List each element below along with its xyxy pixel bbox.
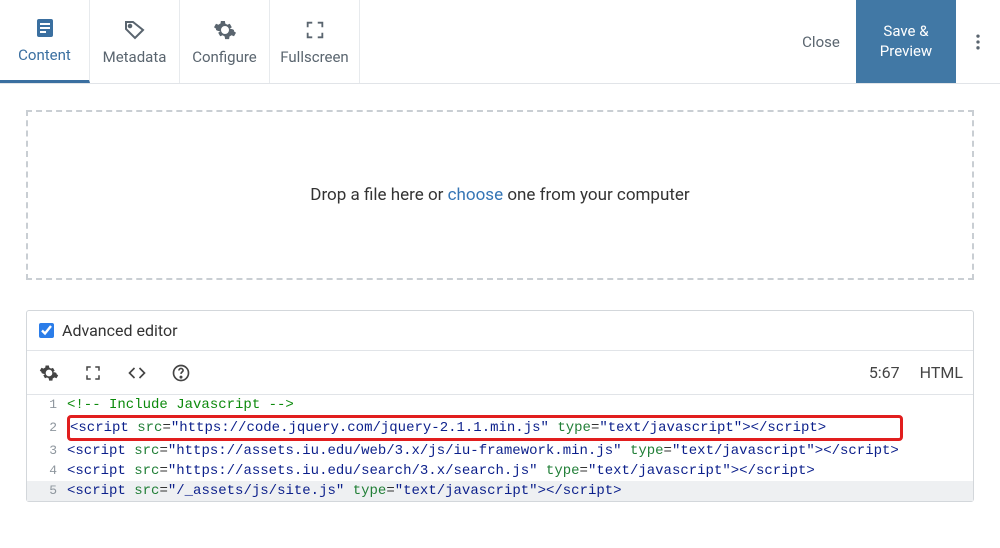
editor-toolbar: 5:67 HTML (27, 351, 973, 395)
tab-content-label: Content (18, 46, 71, 64)
tab-content[interactable]: Content (0, 0, 90, 83)
more-menu-button[interactable] (956, 0, 1000, 83)
advanced-editor-panel: Advanced editor (26, 310, 974, 502)
code-line-3: 3 <script src="https://assets.iu.edu/web… (27, 441, 973, 461)
code-editor[interactable]: 1 <!-- Include Javascript --> 2 <script … (27, 395, 973, 501)
editor-settings-button[interactable] (37, 361, 61, 385)
more-icon (968, 32, 988, 52)
tab-fullscreen-label: Fullscreen (280, 48, 348, 66)
toolbar-spacer (360, 0, 786, 83)
save-preview-label: Save & Preview (856, 22, 956, 61)
save-preview-button[interactable]: Save & Preview (856, 0, 956, 83)
tab-configure-label: Configure (192, 48, 257, 66)
line-number: 1 (27, 395, 67, 415)
help-icon (171, 363, 191, 383)
code-line-2: 2 <script src="https://code.jquery.com/j… (27, 415, 973, 441)
code-line-1: 1 <!-- Include Javascript --> (27, 395, 973, 415)
dropzone-text: Drop a file here or choose one from your… (310, 185, 689, 205)
editor-help-button[interactable] (169, 361, 193, 385)
close-button[interactable]: Close (786, 0, 856, 83)
editor-header: Advanced editor (27, 311, 973, 351)
code-line-5: 5 <script src="/_assets/js/site.js" type… (27, 481, 973, 501)
code-line-4: 4 <script src="https://assets.iu.edu/sea… (27, 461, 973, 481)
editor-code-button[interactable] (125, 361, 149, 385)
line-content: <script src="https://assets.iu.edu/searc… (67, 461, 973, 481)
editor-status: 5:67 HTML (869, 363, 963, 382)
editor-mode-label[interactable]: HTML (920, 363, 963, 382)
line-content: <script src="https://assets.iu.edu/web/3… (67, 441, 973, 461)
tab-metadata-label: Metadata (103, 48, 167, 66)
line-number: 2 (27, 418, 67, 438)
code-icon (127, 363, 147, 383)
advanced-editor-checkbox[interactable] (39, 323, 54, 338)
gear-icon (213, 18, 237, 42)
line-number: 5 (27, 481, 67, 501)
top-toolbar: Content Metadata Configure Fullscreen Cl… (0, 0, 1000, 84)
line-number: 4 (27, 461, 67, 481)
dropzone-text-after: one from your computer (503, 185, 690, 205)
editor-fullscreen-button[interactable] (81, 361, 105, 385)
close-button-label: Close (802, 33, 840, 51)
advanced-editor-label: Advanced editor (62, 321, 178, 340)
fullscreen-icon (303, 18, 327, 42)
tab-metadata[interactable]: Metadata (90, 0, 180, 83)
dropzone-text-before: Drop a file here or (310, 185, 447, 205)
tag-icon (123, 18, 147, 42)
choose-file-link[interactable]: choose (448, 185, 503, 205)
line-content-highlighted: <script src="https://code.jquery.com/jqu… (67, 415, 903, 441)
cursor-position: 5:67 (869, 363, 900, 382)
content-icon (33, 16, 57, 40)
file-dropzone[interactable]: Drop a file here or choose one from your… (26, 110, 974, 280)
gear-icon (39, 363, 59, 383)
line-number: 3 (27, 441, 67, 461)
fullscreen-icon (84, 364, 102, 382)
tab-configure[interactable]: Configure (180, 0, 270, 83)
line-content: <script src="/_assets/js/site.js" type="… (67, 481, 973, 501)
tab-fullscreen[interactable]: Fullscreen (270, 0, 360, 83)
line-content: <!-- Include Javascript --> (67, 395, 973, 415)
page-body: Drop a file here or choose one from your… (0, 84, 1000, 528)
